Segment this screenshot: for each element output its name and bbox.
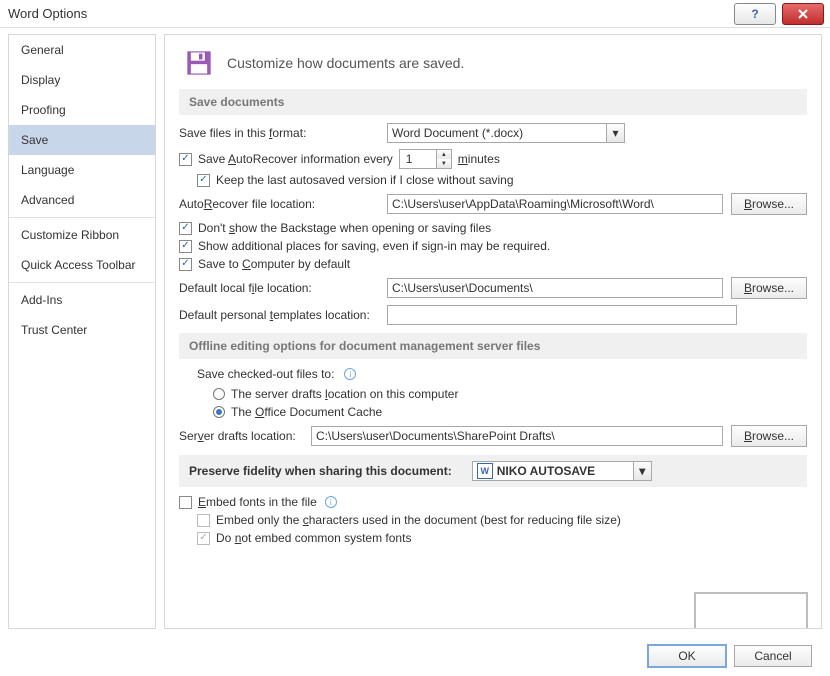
chevron-down-icon: ▾ [606, 124, 624, 142]
autorecover-minutes-spinner[interactable]: ▲▼ [399, 149, 452, 169]
sidebar-item-save[interactable]: Save [9, 125, 155, 155]
default-local-label: Default local file location: [179, 281, 379, 295]
ok-button[interactable]: OK [648, 645, 726, 667]
save-hero-icon [185, 49, 213, 77]
sidebar: General Display Proofing Save Language A… [8, 34, 156, 629]
autorecover-label: Save AutoRecover information every [198, 152, 393, 166]
autorecover-checkbox[interactable] [179, 153, 192, 166]
save-checked-out-label: Save checked-out files to: [197, 367, 334, 381]
save-to-computer-checkbox[interactable] [179, 258, 192, 271]
default-templates-label: Default personal templates location: [179, 308, 379, 322]
info-icon[interactable]: i [344, 368, 356, 380]
chevron-down-icon: ▾ [633, 462, 651, 480]
show-additional-label: Show additional places for saving, even … [198, 239, 550, 253]
server-drafts-label: The server drafts location on this compu… [231, 387, 458, 401]
info-icon[interactable]: i [325, 496, 337, 508]
dont-show-backstage-label: Don't show the Backstage when opening or… [198, 221, 491, 235]
embed-fonts-label: Embed fonts in the file [198, 495, 317, 509]
format-dropdown[interactable]: Word Document (*.docx) ▾ [387, 123, 625, 143]
dialog-footer: OK Cancel [0, 636, 830, 676]
hero-text: Customize how documents are saved. [227, 55, 464, 71]
sidebar-item-customize-ribbon[interactable]: Customize Ribbon [9, 220, 155, 250]
sidebar-item-proofing[interactable]: Proofing [9, 95, 155, 125]
save-to-computer-label: Save to Computer by default [198, 257, 350, 271]
title-bar: Word Options ? [0, 0, 830, 28]
server-drafts-browse-button[interactable]: Browse... [731, 425, 807, 447]
preserve-document-dropdown[interactable]: W NIKO AUTOSAVE ▾ [472, 461, 652, 481]
window-title: Word Options [8, 6, 87, 21]
embed-chars-checkbox [197, 514, 210, 527]
ar-loc-label: AutoRecover file location: [179, 197, 379, 211]
spinner-up-icon[interactable]: ▲ [437, 150, 451, 159]
sidebar-item-language[interactable]: Language [9, 155, 155, 185]
ar-loc-input[interactable] [387, 194, 723, 214]
keep-last-label: Keep the last autosaved version if I clo… [216, 173, 514, 187]
section-preserve: Preserve fidelity when sharing this docu… [179, 455, 807, 487]
sidebar-item-addins[interactable]: Add-Ins [9, 285, 155, 315]
embed-common-label: Do not embed common system fonts [216, 531, 411, 545]
server-drafts-loc-input[interactable] [311, 426, 723, 446]
embed-fonts-checkbox[interactable] [179, 496, 192, 509]
server-drafts-radio[interactable] [213, 388, 225, 400]
sidebar-item-quick-access[interactable]: Quick Access Toolbar [9, 250, 155, 280]
section-save-documents: Save documents [179, 89, 807, 115]
sidebar-item-trust-center[interactable]: Trust Center [9, 315, 155, 345]
close-button[interactable] [782, 3, 824, 25]
help-button[interactable]: ? [734, 3, 776, 25]
preserve-document-value: NIKO AUTOSAVE [497, 464, 595, 478]
sidebar-item-general[interactable]: General [9, 35, 155, 65]
spinner-down-icon[interactable]: ▼ [437, 159, 451, 168]
close-icon [797, 8, 809, 20]
cancel-button[interactable]: Cancel [734, 645, 812, 667]
keep-last-checkbox[interactable] [197, 174, 210, 187]
ar-loc-browse-button[interactable]: BBrowse...rowse... [731, 193, 807, 215]
default-local-input[interactable] [387, 278, 723, 298]
minutes-label: minutes [458, 152, 500, 166]
section-offline: Offline editing options for document man… [179, 333, 807, 359]
embed-common-checkbox [197, 532, 210, 545]
format-label: Save files in this format: [179, 126, 379, 140]
sidebar-item-advanced[interactable]: Advanced [9, 185, 155, 215]
default-local-browse-button[interactable]: Browse... [731, 277, 807, 299]
format-value: Word Document (*.docx) [392, 126, 523, 140]
embed-chars-label: Embed only the characters used in the do… [216, 513, 621, 527]
dont-show-backstage-checkbox[interactable] [179, 222, 192, 235]
sidebar-item-display[interactable]: Display [9, 65, 155, 95]
word-doc-icon: W [477, 463, 493, 479]
show-additional-checkbox[interactable] [179, 240, 192, 253]
main-panel: Customize how documents are saved. Save … [164, 34, 822, 629]
phantom-outline [694, 592, 808, 628]
server-drafts-loc-label: Server drafts location: [179, 429, 303, 443]
autorecover-minutes-input[interactable] [400, 150, 436, 168]
office-cache-label: The Office Document Cache [231, 405, 382, 419]
office-cache-radio[interactable] [213, 406, 225, 418]
default-templates-input[interactable] [387, 305, 737, 325]
